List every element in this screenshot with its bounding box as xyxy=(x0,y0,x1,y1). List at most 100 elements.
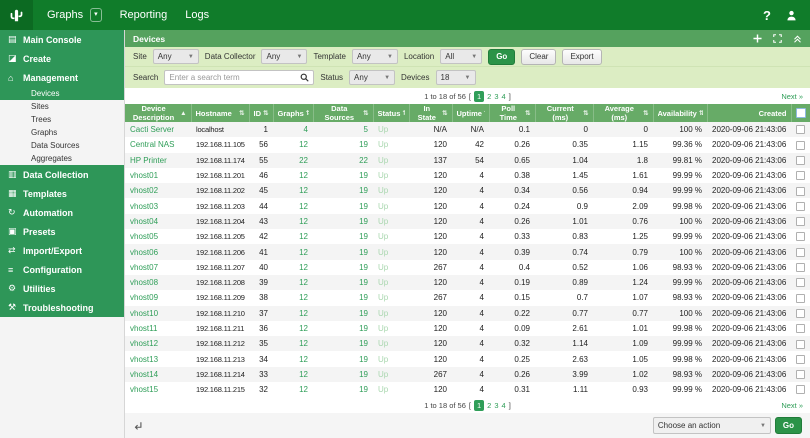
column-header-in-state[interactable]: In State⇅ xyxy=(409,104,452,122)
cell-data-sources[interactable]: 19 xyxy=(313,229,373,244)
add-device-icon[interactable] xyxy=(753,34,762,43)
device-link[interactable]: vhost07 xyxy=(125,260,191,275)
page-link-2[interactable]: 2 xyxy=(487,92,491,101)
cell-data-sources[interactable]: 5 xyxy=(313,122,373,137)
status-select[interactable]: Any▼ xyxy=(349,70,395,85)
sidebar-item-utilities[interactable]: ⚙Utilities xyxy=(0,279,124,298)
data-collector-select[interactable]: Any▼ xyxy=(261,49,307,64)
page-link-1[interactable]: 1 xyxy=(474,91,484,102)
cell-data-sources[interactable]: 19 xyxy=(313,214,373,229)
sidebar-item-import-export[interactable]: ⇄Import/Export xyxy=(0,241,124,260)
device-link[interactable]: vhost12 xyxy=(125,336,191,351)
cell-data-sources[interactable]: 19 xyxy=(313,260,373,275)
row-checkbox[interactable] xyxy=(796,202,805,211)
device-link[interactable]: Central NAS xyxy=(125,137,191,152)
row-checkbox[interactable] xyxy=(796,294,805,303)
cell-graphs[interactable]: 12 xyxy=(273,183,313,198)
clear-button[interactable]: Clear xyxy=(521,49,556,65)
cell-graphs[interactable]: 12 xyxy=(273,275,313,290)
cell-graphs[interactable]: 4 xyxy=(273,122,313,137)
site-select[interactable]: Any▼ xyxy=(153,49,199,64)
page-link-4[interactable]: 4 xyxy=(502,401,506,410)
fullscreen-icon[interactable] xyxy=(773,34,782,43)
sidebar-item-templates[interactable]: ▦Templates xyxy=(0,184,124,203)
cell-data-sources[interactable]: 19 xyxy=(313,367,373,382)
devices-count-select[interactable]: 18▼ xyxy=(436,70,476,85)
device-link[interactable]: Cacti Server xyxy=(125,122,191,137)
device-link[interactable]: vhost04 xyxy=(125,214,191,229)
page-link-1[interactable]: 1 xyxy=(474,400,484,411)
next-page-link[interactable]: Next » xyxy=(781,92,803,101)
cell-data-sources[interactable]: 19 xyxy=(313,321,373,336)
row-checkbox[interactable] xyxy=(796,278,805,287)
sidebar-item-presets[interactable]: ▣Presets xyxy=(0,222,124,241)
help-icon[interactable]: ? xyxy=(763,8,771,23)
page-link-3[interactable]: 3 xyxy=(494,92,498,101)
location-select[interactable]: All▼ xyxy=(440,49,482,64)
device-link[interactable]: vhost06 xyxy=(125,244,191,259)
column-header-uptime[interactable]: Uptime⇅ xyxy=(452,104,489,122)
cell-graphs[interactable]: 12 xyxy=(273,306,313,321)
export-button[interactable]: Export xyxy=(562,49,601,65)
row-checkbox[interactable] xyxy=(796,141,805,150)
device-link[interactable]: vhost09 xyxy=(125,290,191,305)
cell-graphs[interactable]: 12 xyxy=(273,351,313,366)
cell-graphs[interactable]: 12 xyxy=(273,214,313,229)
row-checkbox[interactable] xyxy=(796,217,805,226)
sidebar-item-troubleshooting[interactable]: ⚒Troubleshooting xyxy=(0,298,124,317)
template-select[interactable]: Any▼ xyxy=(352,49,398,64)
cell-graphs[interactable]: 22 xyxy=(273,153,313,168)
row-checkbox[interactable] xyxy=(796,171,805,180)
row-checkbox[interactable] xyxy=(796,340,805,349)
sidebar-item-create[interactable]: ◪Create xyxy=(0,49,124,68)
action-go-button[interactable]: Go xyxy=(775,417,802,434)
sidebar-item-automation[interactable]: ↻Automation xyxy=(0,203,124,222)
device-link[interactable]: vhost15 xyxy=(125,382,191,397)
next-page-link[interactable]: Next » xyxy=(781,401,803,410)
column-header-current-ms[interactable]: Current (ms)⇅ xyxy=(535,104,593,122)
device-link[interactable]: vhost01 xyxy=(125,168,191,183)
device-link[interactable]: vhost08 xyxy=(125,275,191,290)
row-checkbox[interactable] xyxy=(796,187,805,196)
sidebar-subitem-trees[interactable]: Trees xyxy=(0,113,124,126)
column-header-hostname[interactable]: Hostname⇅ xyxy=(191,104,249,122)
cell-graphs[interactable]: 12 xyxy=(273,168,313,183)
select-all-checkbox[interactable] xyxy=(796,108,806,118)
device-link[interactable]: vhost13 xyxy=(125,351,191,366)
cell-data-sources[interactable]: 19 xyxy=(313,290,373,305)
row-checkbox[interactable] xyxy=(796,370,805,379)
column-header-graphs[interactable]: Graphs⇅ xyxy=(273,104,313,122)
cell-data-sources[interactable]: 19 xyxy=(313,336,373,351)
device-link[interactable]: vhost02 xyxy=(125,183,191,198)
device-link[interactable]: HP Printer xyxy=(125,153,191,168)
cell-graphs[interactable]: 12 xyxy=(273,137,313,152)
page-link-3[interactable]: 3 xyxy=(494,401,498,410)
cell-graphs[interactable]: 12 xyxy=(273,367,313,382)
collapse-icon[interactable] xyxy=(793,34,802,43)
cell-data-sources[interactable]: 19 xyxy=(313,275,373,290)
chevron-down-icon[interactable]: ▾ xyxy=(90,8,102,22)
device-link[interactable]: vhost03 xyxy=(125,198,191,213)
page-link-2[interactable]: 2 xyxy=(487,401,491,410)
cell-data-sources[interactable]: 19 xyxy=(313,198,373,213)
row-checkbox[interactable] xyxy=(796,355,805,364)
cell-data-sources[interactable]: 19 xyxy=(313,137,373,152)
user-icon[interactable] xyxy=(785,9,798,22)
row-checkbox[interactable] xyxy=(796,156,805,165)
column-header-average-ms[interactable]: Average (ms)⇅ xyxy=(593,104,653,122)
cell-data-sources[interactable]: 19 xyxy=(313,183,373,198)
sidebar-item-main-console[interactable]: ▤Main Console xyxy=(0,30,124,49)
cell-graphs[interactable]: 12 xyxy=(273,382,313,397)
cell-graphs[interactable]: 12 xyxy=(273,336,313,351)
page-link-4[interactable]: 4 xyxy=(502,92,506,101)
row-checkbox[interactable] xyxy=(796,232,805,241)
column-header-status[interactable]: Status⇅ xyxy=(373,104,409,122)
cell-data-sources[interactable]: 19 xyxy=(313,382,373,397)
cell-data-sources[interactable]: 22 xyxy=(313,153,373,168)
column-header-created[interactable]: Created xyxy=(707,104,791,122)
sidebar-subitem-sites[interactable]: Sites xyxy=(0,100,124,113)
column-header-id[interactable]: ID⇅ xyxy=(249,104,273,122)
nav-reporting[interactable]: Reporting xyxy=(120,9,168,21)
cell-graphs[interactable]: 12 xyxy=(273,244,313,259)
column-header-poll-time[interactable]: Poll Time⇅ xyxy=(489,104,535,122)
